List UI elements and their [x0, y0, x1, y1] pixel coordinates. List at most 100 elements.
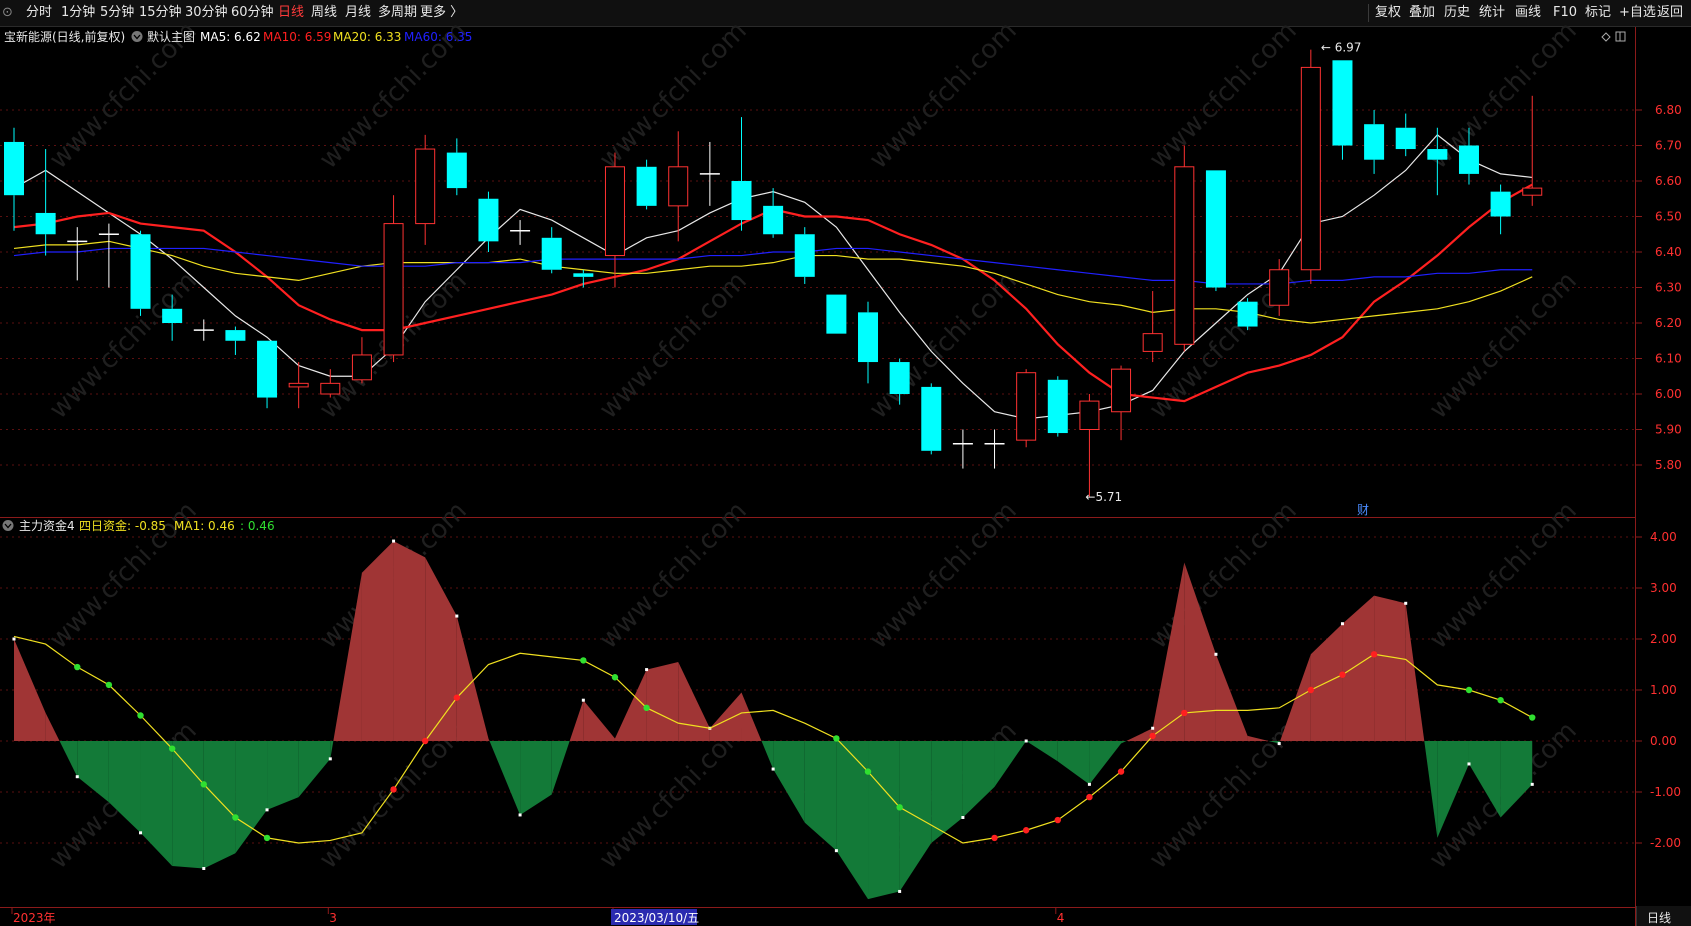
candle[interactable]: [858, 301, 879, 384]
candle[interactable]: [1395, 113, 1416, 157]
period-indicator-box[interactable]: 日线: [1636, 906, 1691, 926]
main-grid: [0, 109, 1636, 466]
candle[interactable]: [98, 223, 119, 288]
candle-body: [130, 234, 151, 309]
candle-body: [668, 166, 689, 207]
y-tick-label: 6.50: [1655, 210, 1682, 224]
candle[interactable]: [699, 141, 720, 206]
ma5-label: MA5: 6.62: [200, 30, 261, 44]
fund-outflow-area: [1500, 741, 1533, 818]
fund-point: [1340, 622, 1344, 626]
ma1-signal-dot: [168, 745, 176, 752]
candle[interactable]: [1300, 49, 1321, 284]
sub-indicator-title[interactable]: 主力资金4: [19, 518, 75, 533]
fund-point: [1530, 782, 1534, 786]
candle[interactable]: [541, 227, 562, 274]
candle[interactable]: [67, 227, 88, 281]
candle[interactable]: [351, 337, 372, 384]
fund-inflow-area: [614, 669, 647, 741]
candle[interactable]: [921, 383, 942, 455]
candle-body: [162, 308, 183, 323]
candle-body: [604, 166, 625, 257]
candle-body: [1364, 124, 1385, 160]
ma1-signal-dot: [390, 786, 397, 793]
fund-inflow-area: [709, 692, 742, 741]
candle[interactable]: [130, 230, 151, 316]
ma1-signal-dot: [1339, 671, 1346, 678]
watermark-text: www.cfchi.com: [1424, 16, 1583, 175]
candle[interactable]: [4, 127, 24, 231]
candle[interactable]: [1522, 95, 1543, 206]
candle[interactable]: [763, 188, 784, 238]
candle[interactable]: [731, 117, 752, 231]
candle-body: [1332, 60, 1353, 146]
y-tick-label: 6.30: [1655, 281, 1682, 295]
candle[interactable]: [288, 362, 309, 409]
fund-point: [12, 637, 16, 641]
candle-body: [1269, 269, 1290, 306]
stock-chart[interactable]: 5.80 5.90 6.00 6.10 6.20 6.30 6.40 6.50 6.60 6.70…: [0, 0, 1691, 926]
fund-point: [771, 767, 775, 771]
fund-inflow-area: [14, 639, 46, 741]
candle[interactable]: [1332, 60, 1353, 160]
candle[interactable]: [1142, 291, 1163, 363]
candle[interactable]: [383, 195, 404, 363]
ma1-signal-dot: [1117, 768, 1125, 775]
watermark-text: www.cfchi.com: [864, 266, 1023, 425]
candle[interactable]: [446, 138, 467, 196]
candle-body: [1458, 145, 1479, 174]
candle[interactable]: [1047, 376, 1068, 437]
candle[interactable]: [604, 152, 625, 288]
x-axis-label: 2023年: [13, 911, 56, 925]
candle[interactable]: [1174, 145, 1195, 352]
ma1-signal-dot: [991, 834, 998, 842]
candle[interactable]: [794, 227, 815, 284]
ma20-label: MA20: 6.33: [333, 30, 401, 44]
sub-indicator-settings-icon[interactable]: [2, 520, 14, 531]
candle[interactable]: [35, 149, 56, 256]
candle[interactable]: [1205, 170, 1226, 292]
template-label[interactable]: 默认主图: [147, 29, 195, 44]
candle[interactable]: [636, 159, 657, 210]
ma1-signal-dot: [137, 712, 144, 719]
candle[interactable]: [668, 131, 689, 242]
candle[interactable]: [225, 326, 246, 355]
candle[interactable]: [952, 429, 973, 469]
candle[interactable]: [826, 294, 847, 334]
candle-body: [636, 166, 657, 206]
fund-point: [1277, 742, 1281, 746]
fund-point: [75, 775, 79, 779]
candle[interactable]: [1364, 110, 1385, 174]
candle[interactable]: [415, 134, 436, 245]
candle[interactable]: [573, 269, 594, 288]
signal-label: : 0.46: [240, 519, 275, 533]
candle[interactable]: [984, 429, 1005, 469]
candle-body: [225, 330, 246, 341]
candle[interactable]: [510, 220, 531, 245]
candle[interactable]: [1237, 298, 1258, 331]
fund-point: [455, 614, 459, 618]
panel-maximize-icon[interactable]: [1615, 31, 1626, 42]
fund-point: [961, 816, 965, 819]
financial-report-marker[interactable]: 财: [1357, 503, 1369, 517]
ma1-signal-dot: [74, 663, 81, 671]
panel-diamond-icon[interactable]: [1601, 32, 1611, 42]
candle[interactable]: [1111, 365, 1132, 441]
candle[interactable]: [257, 340, 278, 409]
candle[interactable]: [1490, 184, 1511, 235]
y-tick-label: 4.00: [1650, 530, 1677, 544]
candle-body: [573, 273, 594, 277]
fund-inflow-area: [425, 557, 457, 741]
fund-outflow-area: [1057, 741, 1090, 785]
candle-body: [541, 237, 562, 270]
ma1-signal-dot: [1181, 709, 1188, 717]
candle[interactable]: [1016, 369, 1037, 448]
candle[interactable]: [478, 191, 499, 252]
fund-point: [1087, 782, 1091, 786]
candle[interactable]: [1079, 394, 1100, 497]
fund-point: [645, 668, 649, 672]
fund-inflow-area: [678, 661, 710, 741]
y-tick-label: 5.90: [1655, 423, 1682, 437]
indicator-settings-icon[interactable]: [131, 31, 143, 42]
fund-outflow-area: [804, 741, 837, 851]
